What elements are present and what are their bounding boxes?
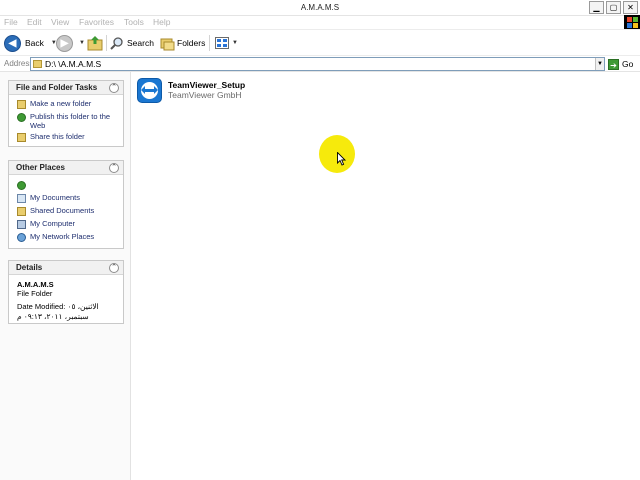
my-computer-icon <box>17 220 26 229</box>
window-title: A.M.A.M.S <box>300 3 340 12</box>
go-arrow-icon: ➔ <box>608 58 619 70</box>
details-folder-type: File Folder <box>17 289 53 298</box>
task-label: Share this folder <box>30 132 85 141</box>
details-date-modified: Date Modified: الاثنين، ٠٥ <box>17 302 99 311</box>
collapse-icon[interactable]: ⌃ <box>109 163 119 173</box>
window-controls: ▁ ▢ ✕ <box>589 1 638 14</box>
panel-title: Details <box>16 263 43 272</box>
publish-web-icon <box>17 113 26 122</box>
task-make-new-folder[interactable]: Make a new folder <box>9 98 123 111</box>
place-my-network-places[interactable]: My Network Places <box>9 231 123 244</box>
details-date-modified-cont: سبتمبر، ٢٠١١، ٠٩:١٣ م <box>17 312 89 321</box>
menu-file[interactable]: File <box>4 17 18 27</box>
place-label: Shared Documents <box>30 206 95 215</box>
back-arrow-icon: ◀ <box>4 34 21 52</box>
address-bar: Address D:\ \A.M.A.M.S ▼ ➔ Go <box>0 56 640 72</box>
title-bar: A.M.A.M.S ▁ ▢ ✕ <box>0 0 640 16</box>
file-folder-tasks-panel: File and Folder Tasks ⌃ Make a new folde… <box>8 80 124 147</box>
back-label: Back <box>25 38 44 48</box>
address-value[interactable]: D:\ \A.M.A.M.S <box>45 59 101 69</box>
panel-title: Other Places <box>16 163 65 172</box>
file-name: TeamViewer_Setup <box>168 80 246 90</box>
forward-arrow-icon: ▶ <box>56 34 73 52</box>
task-share-folder[interactable]: Share this folder <box>9 131 123 144</box>
go-button[interactable]: ➔ Go <box>608 57 633 71</box>
forward-dropdown-icon[interactable]: ▼ <box>79 40 85 46</box>
panel-header[interactable]: Other Places ⌃ <box>9 161 123 175</box>
search-label: Search <box>127 38 154 48</box>
task-label: Make a new folder <box>30 99 92 108</box>
file-item-teamviewer-setup[interactable]: TeamViewer_Setup TeamViewer GmbH <box>136 77 276 105</box>
place-my-computer[interactable]: My Computer <box>9 218 123 231</box>
place-network-globe[interactable] <box>9 179 123 192</box>
address-dropdown-icon[interactable]: ▼ <box>595 58 604 70</box>
menu-bar: File Edit View Favorites Tools Help <box>0 16 640 30</box>
address-label: Address <box>4 59 34 68</box>
search-icon <box>110 37 123 50</box>
details-folder-name: A.M.A.M.S <box>17 280 54 289</box>
menu-edit[interactable]: Edit <box>27 17 42 27</box>
views-icon <box>215 37 229 49</box>
up-folder-icon <box>87 36 103 51</box>
place-label: My Computer <box>30 219 76 228</box>
shared-documents-icon <box>17 207 26 216</box>
network-globe-icon <box>17 181 26 190</box>
views-button[interactable]: ▼ <box>215 33 238 53</box>
file-publisher: TeamViewer GmbH <box>168 90 242 100</box>
place-shared-documents[interactable]: Shared Documents <box>9 205 123 218</box>
panel-header[interactable]: Details ⌃ <box>9 261 123 275</box>
toolbar: ◀ Back ▼ ▶ ▼ Search Folders ▼ <box>0 30 640 56</box>
minimize-button[interactable]: ▁ <box>589 1 604 14</box>
address-input[interactable]: D:\ \A.M.A.M.S ▼ <box>30 57 605 71</box>
forward-button[interactable]: ▶ ▼ <box>56 33 85 53</box>
panel-title: File and Folder Tasks <box>16 83 98 92</box>
folder-icon <box>33 60 42 68</box>
my-documents-icon <box>17 194 26 203</box>
collapse-icon[interactable]: ⌃ <box>109 83 119 93</box>
menu-view[interactable]: View <box>51 17 69 27</box>
task-pane: File and Folder Tasks ⌃ Make a new folde… <box>0 72 131 480</box>
place-label: My Documents <box>30 193 81 202</box>
details-panel: Details ⌃ A.M.A.M.S File Folder Date Mod… <box>8 260 124 324</box>
collapse-icon[interactable]: ⌃ <box>109 263 119 273</box>
views-dropdown-icon[interactable]: ▼ <box>232 40 238 46</box>
mouse-cursor-icon <box>337 152 347 166</box>
menu-tools[interactable]: Tools <box>124 17 144 27</box>
network-places-icon <box>17 233 26 242</box>
other-places-panel: Other Places ⌃ My Documents Shared Docum… <box>8 160 124 249</box>
share-folder-icon <box>17 133 26 142</box>
menu-help[interactable]: Help <box>153 17 170 27</box>
place-my-documents[interactable]: My Documents <box>9 192 123 205</box>
task-publish-folder[interactable]: Publish this folder to the Web <box>9 111 123 131</box>
folders-button[interactable]: Folders <box>160 33 205 53</box>
back-button[interactable]: ◀ Back ▼ <box>4 33 57 53</box>
up-folder-button[interactable] <box>87 33 103 53</box>
close-button[interactable]: ✕ <box>623 1 638 14</box>
search-button[interactable]: Search <box>110 33 154 53</box>
menu-favorites[interactable]: Favorites <box>79 17 114 27</box>
maximize-button[interactable]: ▢ <box>606 1 621 14</box>
teamviewer-icon <box>137 78 162 103</box>
go-label: Go <box>622 59 634 69</box>
place-label: My Network Places <box>30 232 95 241</box>
folders-label: Folders <box>177 38 206 48</box>
folders-icon <box>160 38 175 50</box>
panel-header[interactable]: File and Folder Tasks ⌃ <box>9 81 123 95</box>
file-list-view[interactable]: TeamViewer_Setup TeamViewer GmbH <box>132 72 640 480</box>
new-folder-icon <box>17 100 26 109</box>
task-label: Publish this folder to the Web <box>30 112 111 130</box>
windows-logo-icon <box>624 15 640 29</box>
